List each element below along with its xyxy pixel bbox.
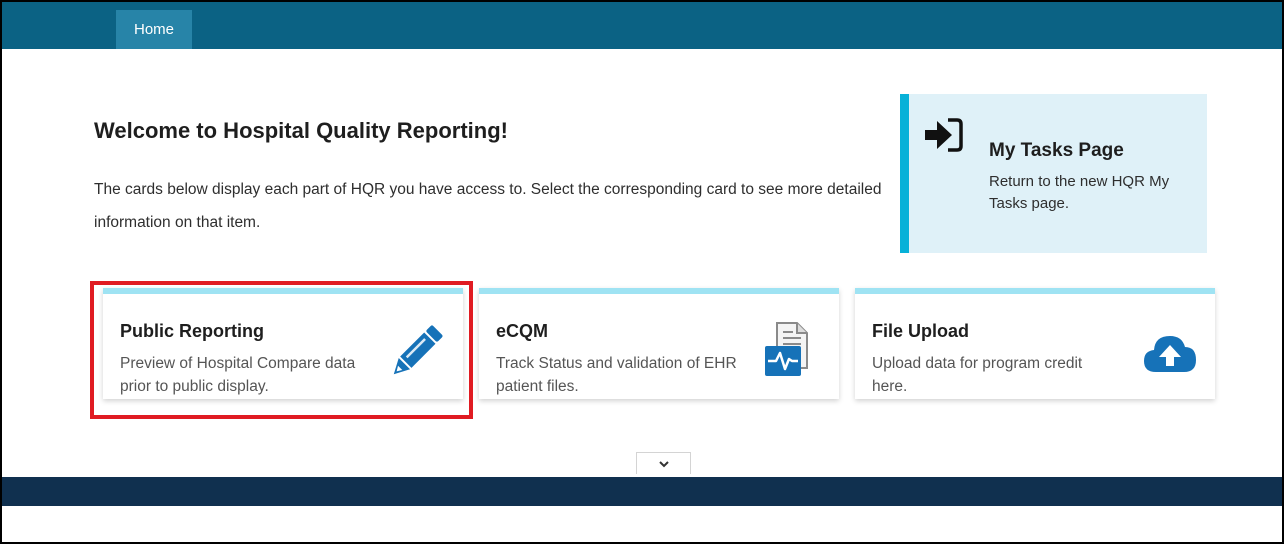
pencil-icon	[393, 325, 443, 375]
footer-band	[2, 477, 1282, 506]
nav-tab-home[interactable]: Home	[116, 10, 192, 49]
expand-button[interactable]	[636, 452, 691, 474]
cloud-upload-icon	[1144, 336, 1196, 372]
card-description: Track Status and validation of EHR patie…	[496, 355, 737, 395]
page-title: Welcome to Hospital Quality Reporting!	[94, 118, 508, 143]
my-tasks-description: Return to the new HQR My Tasks page.	[989, 173, 1170, 212]
card-title: eCQM	[496, 321, 549, 341]
card-file-upload[interactable]: File Upload Upload data for program cred…	[855, 288, 1215, 399]
chevron-down-icon	[658, 460, 669, 467]
ehr-file-icon	[765, 322, 808, 376]
card-title: File Upload	[872, 321, 970, 341]
welcome-description: The cards below display each part of HQR…	[94, 181, 882, 231]
top-navigation: Home	[2, 2, 1282, 49]
sign-in-icon	[925, 118, 963, 152]
my-tasks-card[interactable]: My Tasks Page Return to the new HQR My T…	[900, 94, 1207, 253]
card-title: Public Reporting	[120, 321, 264, 341]
card-description: Preview of Hospital Compare data prior t…	[120, 355, 356, 395]
card-description: Upload data for program credit here.	[872, 355, 1083, 395]
card-ecqm[interactable]: eCQM Track Status and validation of EHR …	[479, 288, 839, 399]
card-public-reporting[interactable]: Public Reporting Preview of Hospital Com…	[103, 288, 463, 399]
my-tasks-title: My Tasks Page	[989, 140, 1124, 161]
